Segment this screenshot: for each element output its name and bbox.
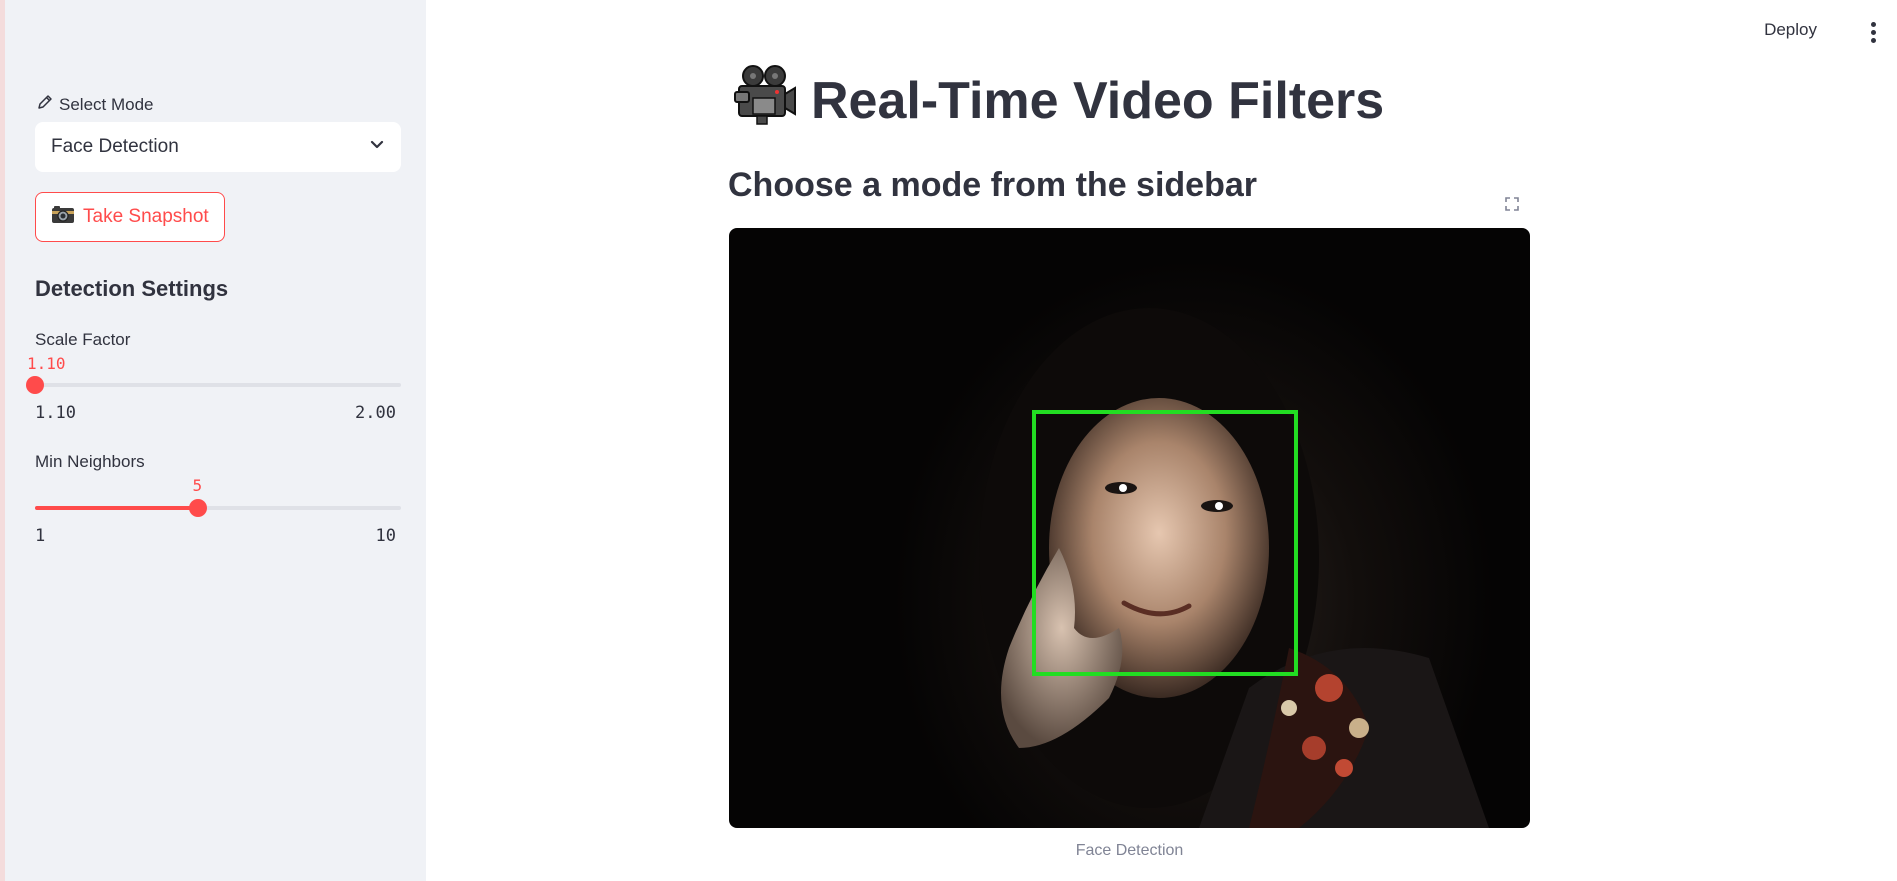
vertical-dots-icon[interactable] — [1871, 22, 1877, 43]
scale-factor-slider[interactable] — [26, 376, 401, 394]
select-mode-label: Select Mode — [35, 92, 154, 117]
scale-factor-label: Scale Factor — [35, 330, 131, 349]
min-neighbors-max: 10 — [375, 526, 396, 546]
scale-factor-thumb[interactable] — [26, 376, 44, 394]
take-snapshot-button[interactable]: Take Snapshot — [35, 192, 225, 242]
min-neighbors-label: Min Neighbors — [35, 452, 145, 471]
video-caption: Face Detection — [1075, 842, 1184, 859]
app-root: Select Mode Face Detection Take Snapshot… — [0, 0, 1897, 881]
page-subtitle: Choose a mode from the sidebar — [728, 166, 1257, 204]
scale-factor-min: 1.10 — [35, 403, 76, 423]
mode-select-value: Face Detection — [51, 136, 179, 157]
video-frame — [729, 228, 1530, 828]
min-neighbors-thumb[interactable] — [188, 499, 207, 517]
scale-factor-max: 2.00 — [355, 403, 396, 423]
video-image — [979, 308, 1489, 828]
movie-camera-icon — [733, 62, 797, 139]
fullscreen-icon[interactable] — [1496, 188, 1528, 220]
chevron-down-icon[interactable] — [369, 136, 385, 158]
scale-factor-value: 1.10 — [27, 354, 66, 373]
min-neighbors-value: 5 — [192, 476, 203, 495]
select-mode-text: Select Mode — [59, 94, 154, 114]
min-neighbors-min: 1 — [35, 526, 46, 546]
camera-icon — [51, 204, 75, 230]
detection-settings-heading: Detection Settings — [35, 276, 229, 301]
min-neighbors-slider[interactable] — [35, 499, 401, 517]
page-title: Real-Time Video Filters — [733, 62, 1384, 139]
page-title-text: Real-Time Video Filters — [811, 71, 1385, 130]
take-snapshot-label: Take Snapshot — [83, 206, 209, 227]
deploy-button[interactable]: Deploy — [1764, 20, 1817, 40]
mode-select[interactable]: Face Detection — [35, 122, 401, 172]
pencil-icon — [35, 92, 55, 117]
sidebar: Select Mode Face Detection Take Snapshot… — [0, 0, 426, 881]
min-neighbors-fill — [35, 506, 198, 510]
